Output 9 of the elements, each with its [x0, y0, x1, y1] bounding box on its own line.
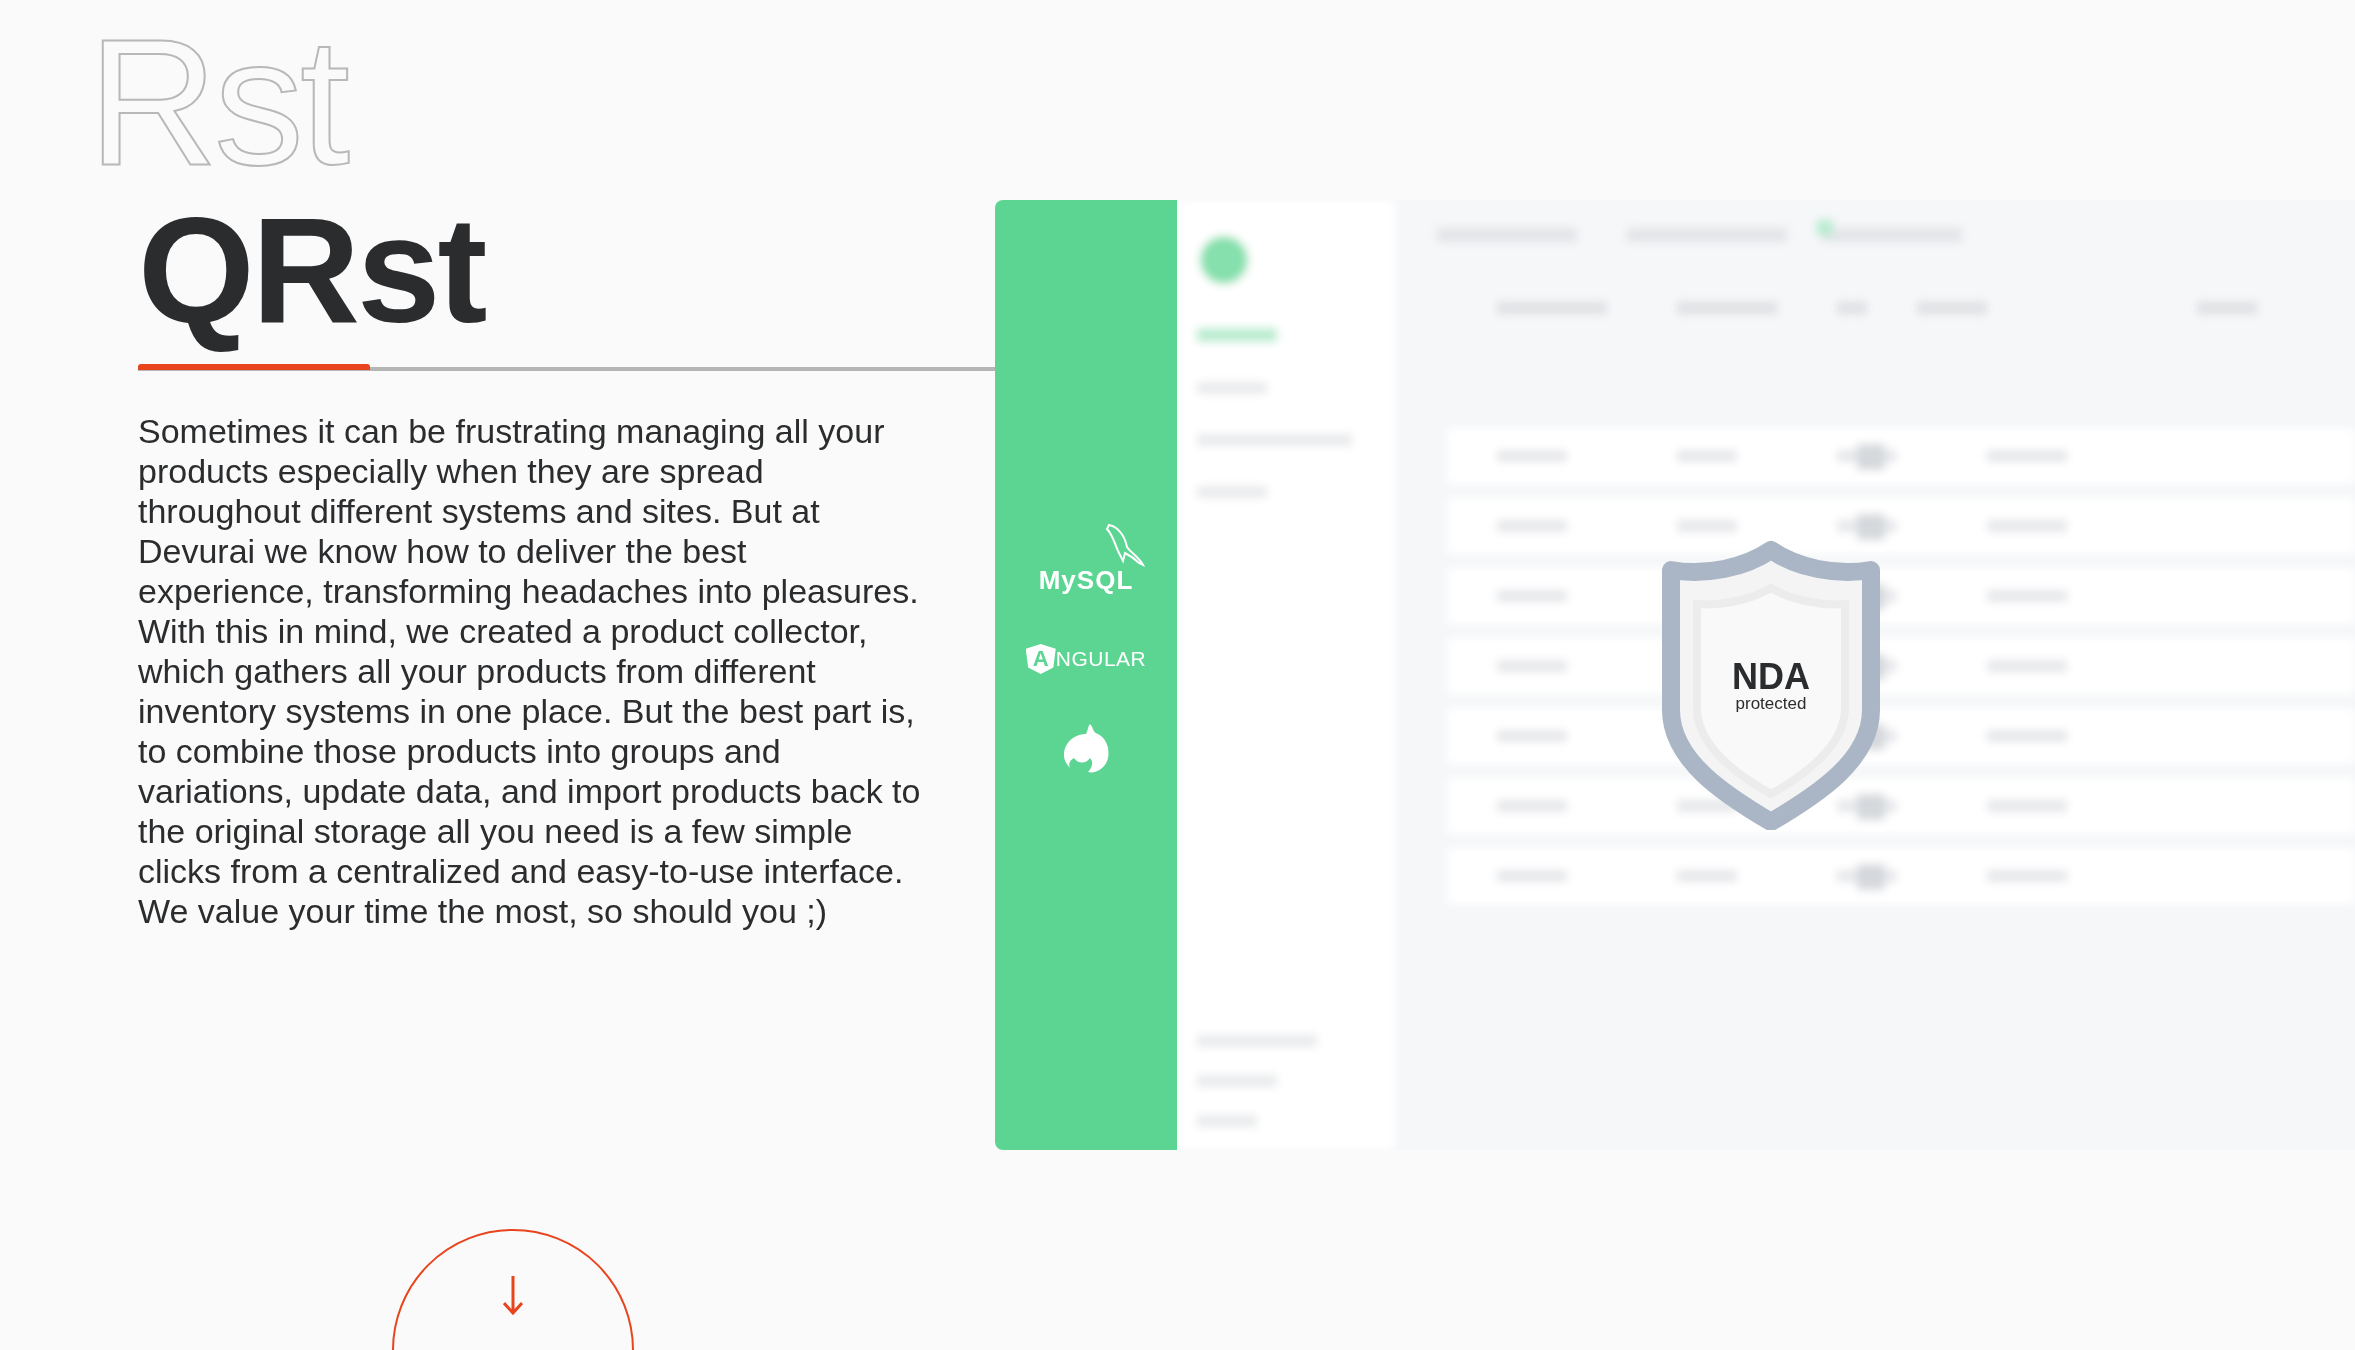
arrow-down-icon	[503, 1275, 523, 1315]
logo-text: NGULAR	[1055, 647, 1147, 671]
nda-subtitle: protected	[1735, 694, 1807, 712]
logo-text: MySQL	[1038, 565, 1134, 596]
nda-title: NDA	[1732, 658, 1810, 695]
description-paragraph: With this in mind, we created a product collector, which gathers all your products from different inventory systems in one place. But the best part is, to combine those products into groups and variations, update data, and import products back to the original storage all you need is a few simple clicks from a centralized and easy-to-use interface. We value your time the most, so should you ;)	[138, 610, 922, 931]
logo-mark: A	[1025, 644, 1056, 674]
project-title: QRst	[138, 185, 485, 356]
description-paragraph: Sometimes it can be frustrating managing all your products especially when they are spread throughout different systems and sites. But at Devurai we know how to deliver the best experience, transforming headaches into pleasures.	[138, 410, 920, 611]
